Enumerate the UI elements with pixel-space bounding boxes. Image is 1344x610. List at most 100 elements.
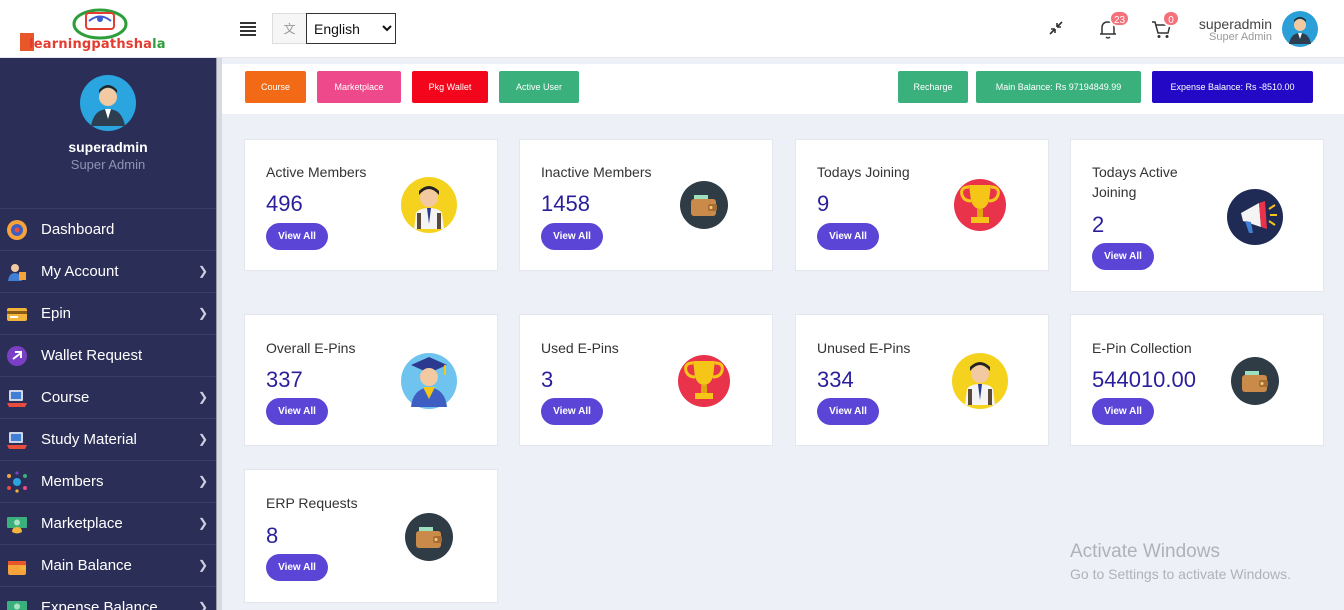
language-icon: 文 <box>272 13 306 44</box>
marketplace-button[interactable]: Marketplace <box>317 71 401 103</box>
main-balance-icon <box>8 560 26 575</box>
trophy-icon <box>678 355 730 407</box>
wallet-icon <box>680 181 728 229</box>
sidebar-item-wallet-request[interactable]: Wallet Request <box>0 335 216 377</box>
sidebar-item-label: My Account <box>41 263 119 280</box>
cart-button[interactable]: 0 <box>1150 10 1180 40</box>
cart-badge: 0 <box>1162 10 1180 27</box>
study-material-icon <box>7 431 27 449</box>
wallet-icon <box>1231 357 1279 405</box>
top-header: Elearningpathshala 文 English 23 0 supera… <box>0 0 1344 58</box>
card-title: Todays Active Joining <box>1092 164 1178 200</box>
view-all-button[interactable]: View All <box>266 554 328 581</box>
student-icon <box>952 353 1008 409</box>
sidebar-avatar <box>80 75 136 131</box>
card-value: 3 <box>541 367 554 392</box>
wallet-request-icon <box>7 345 27 366</box>
chevron-right-icon: ❯ <box>197 474 208 488</box>
card-value: 334 <box>817 367 854 392</box>
menu-icon[interactable] <box>240 22 256 36</box>
sidebar-item-expense-balance[interactable]: Expense Balance ❯ <box>0 587 216 610</box>
card-value: 8 <box>266 523 279 548</box>
sidebar-profile: superadmin Super Admin <box>0 75 216 209</box>
avatar[interactable] <box>1282 11 1318 47</box>
sidebar-item-my-account[interactable]: My Account ❯ <box>0 251 216 293</box>
main-balance-button[interactable]: Main Balance: Rs 97194849.99 <box>976 71 1141 103</box>
graduate-icon <box>401 353 457 409</box>
activate-windows-title: Activate Windows <box>1070 541 1220 562</box>
card-value: 496 <box>266 191 303 216</box>
card-title: Unused E-Pins <box>817 340 911 356</box>
chevron-right-icon: ❯ <box>197 558 208 572</box>
marketplace-icon <box>7 516 27 533</box>
view-all-button[interactable]: View All <box>817 398 879 425</box>
sidebar-item-label: Main Balance <box>41 557 132 574</box>
recharge-button[interactable]: Recharge <box>898 71 968 103</box>
view-all-button[interactable]: View All <box>541 223 603 250</box>
sidebar-item-members[interactable]: Members ❯ <box>0 461 216 503</box>
user-menu[interactable]: superadmin Super Admin <box>1199 16 1272 43</box>
chevron-right-icon: ❯ <box>197 264 208 278</box>
language-selector: 文 English <box>272 13 396 44</box>
sidebar-item-study-material[interactable]: Study Material ❯ <box>0 419 216 461</box>
activate-windows-subtitle: Go to Settings to activate Windows. <box>1070 566 1291 582</box>
sidebar-item-label: Epin <box>41 305 72 322</box>
sidebar-item-label: Wallet Request <box>41 347 143 364</box>
card-title: ERP Requests <box>266 495 358 511</box>
view-all-button[interactable]: View All <box>266 223 328 250</box>
card-title: Active Members <box>266 164 367 180</box>
student-icon <box>401 177 457 233</box>
chevron-right-icon: ❯ <box>197 600 208 610</box>
dashboard-icon <box>7 219 27 240</box>
sidebar-user-role: Super Admin <box>70 157 146 172</box>
notifications-button[interactable]: 23 <box>1097 10 1131 40</box>
site-logo[interactable]: Elearningpathshala <box>18 8 183 54</box>
logo-text: Elearningpathshala <box>20 37 166 52</box>
card-erp-requests: ERP Requests 8 View All <box>244 469 498 603</box>
language-select[interactable]: English <box>306 13 396 44</box>
sidebar-item-main-balance[interactable]: Main Balance ❯ <box>0 545 216 587</box>
sidebar-item-label: Marketplace <box>41 515 123 532</box>
card-value: 9 <box>817 191 830 216</box>
view-all-button[interactable]: View All <box>266 398 328 425</box>
action-bar: Course Marketplace Pkg Wallet Active Use… <box>222 64 1344 114</box>
sidebar-item-label: Dashboard <box>41 221 115 238</box>
sidebar-item-epin[interactable]: Epin ❯ <box>0 293 216 335</box>
card-title: Overall E-Pins <box>266 340 356 356</box>
sidebar-item-dashboard[interactable]: Dashboard <box>0 209 216 251</box>
course-button[interactable]: Course <box>245 71 306 103</box>
active-user-button[interactable]: Active User <box>499 71 579 103</box>
megaphone-icon <box>1227 189 1283 245</box>
notifications-badge: 23 <box>1109 10 1131 27</box>
sidebar-item-label: Expense Balance <box>41 599 158 610</box>
trophy-icon <box>954 179 1006 231</box>
sidebar-item-label: Study Material <box>41 431 137 448</box>
card-unused-epins: Unused E-Pins 334 View All <box>795 314 1049 446</box>
card-active-members: Active Members 496 View All <box>244 139 498 271</box>
epin-icon <box>7 307 27 321</box>
header-user-name: superadmin <box>1198 16 1272 32</box>
expense-balance-button[interactable]: Expense Balance: Rs -8510.00 <box>1152 71 1313 103</box>
card-value: 337 <box>266 367 303 392</box>
view-all-button[interactable]: View All <box>1092 243 1154 270</box>
members-icon <box>7 470 27 493</box>
account-icon <box>8 263 26 281</box>
view-all-button[interactable]: View All <box>1092 398 1154 425</box>
chevron-right-icon: ❯ <box>197 516 208 530</box>
card-overall-epins: Overall E-Pins 337 View All <box>244 314 498 446</box>
pkg-wallet-button[interactable]: Pkg Wallet <box>412 71 488 103</box>
view-all-button[interactable]: View All <box>541 398 603 425</box>
course-icon <box>7 389 27 407</box>
header-user-role: Super Admin <box>1209 31 1272 43</box>
sidebar-item-course[interactable]: Course ❯ <box>0 377 216 419</box>
collapse-icon[interactable] <box>1046 18 1068 40</box>
sidebar-item-marketplace[interactable]: Marketplace ❯ <box>0 503 216 545</box>
sidebar-scrollbar[interactable] <box>216 58 222 610</box>
card-todays-active-joining: Todays Active Joining 2 View All <box>1070 139 1324 292</box>
view-all-button[interactable]: View All <box>817 223 879 250</box>
card-title: Todays Joining <box>817 164 910 180</box>
card-title: E-Pin Collection <box>1092 340 1192 356</box>
chevron-right-icon: ❯ <box>197 432 208 446</box>
chevron-right-icon: ❯ <box>197 306 208 320</box>
card-value: 2 <box>1092 212 1105 237</box>
